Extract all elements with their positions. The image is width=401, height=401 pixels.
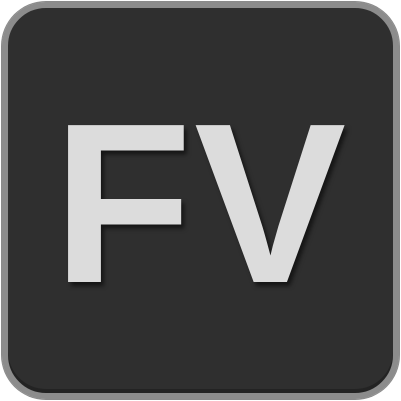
app-icon[interactable]: FV — [2, 2, 399, 399]
app-icon-container: FV — [0, 0, 401, 401]
app-icon-label: FV — [52, 76, 349, 331]
